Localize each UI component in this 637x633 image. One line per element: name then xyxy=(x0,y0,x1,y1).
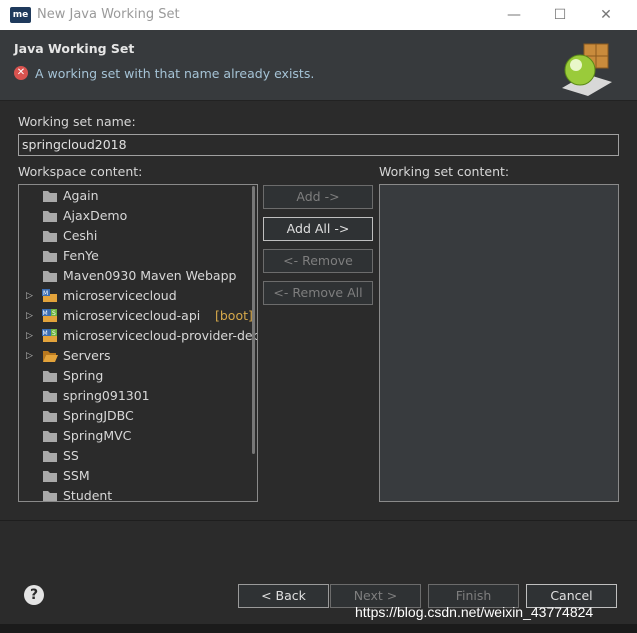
folder-icon xyxy=(43,491,57,501)
tree-item[interactable]: ▷ M Smicroservicecloud-api [boot] xyxy=(19,306,257,326)
folder-icon xyxy=(43,431,57,442)
tree-item-label: Again xyxy=(63,188,99,203)
dialog-title: Java Working Set xyxy=(14,41,135,56)
working-set-content-label: Working set content: xyxy=(379,164,510,179)
tree-item-label: FenYe xyxy=(63,248,99,263)
tree-item-label: Student xyxy=(63,488,113,502)
tree-item-label: microservicecloud-provider-dep xyxy=(63,328,258,343)
svg-text:S: S xyxy=(52,310,56,317)
spring-boot-project-icon: MS xyxy=(42,309,57,322)
folder-icon xyxy=(43,271,57,282)
working-set-name-label: Working set name: xyxy=(18,114,136,129)
tree-item[interactable]: ▷ Mmicroservicecloud xyxy=(19,286,257,306)
tree-item-label: SS xyxy=(63,448,79,463)
remove-button[interactable]: <- Remove xyxy=(263,249,373,273)
tree-item[interactable]: SpringMVC xyxy=(19,426,257,446)
tree-item[interactable]: SSM xyxy=(19,466,257,486)
tree-item[interactable]: spring091301 xyxy=(19,386,257,406)
tree-item[interactable]: ▷ M Smicroservicecloud-provider-dep xyxy=(19,326,257,346)
workspace-content-label: Workspace content: xyxy=(18,164,143,179)
tree-item[interactable]: Ceshi xyxy=(19,226,257,246)
working-set-name-input[interactable] xyxy=(18,134,619,156)
add-button[interactable]: Add -> xyxy=(263,185,373,209)
tree-item[interactable]: Spring xyxy=(19,366,257,386)
folder-icon xyxy=(43,451,57,462)
tree-item-label: spring091301 xyxy=(63,388,150,403)
tree-item-label: SpringMVC xyxy=(63,428,132,443)
tree-item-label: microservicecloud-api xyxy=(63,308,201,323)
expand-arrow-icon[interactable]: ▷ xyxy=(26,326,36,346)
watermark-text: https://blog.csdn.net/weixin_43774824 xyxy=(355,604,594,620)
error-icon: ✕ xyxy=(14,66,28,80)
open-folder-icon xyxy=(43,351,58,362)
tree-item-label: SSM xyxy=(63,468,90,483)
folder-icon xyxy=(43,371,57,382)
folder-icon xyxy=(43,391,57,402)
tree-item[interactable]: SpringJDBC xyxy=(19,406,257,426)
tree-item[interactable]: Student xyxy=(19,486,257,502)
folder-icon xyxy=(43,191,57,202)
folder-icon xyxy=(43,471,57,482)
remove-all-button[interactable]: <- Remove All xyxy=(263,281,373,305)
close-button[interactable]: ✕ xyxy=(583,0,629,30)
add-all-button[interactable]: Add All -> xyxy=(263,217,373,241)
tree-item-label: Ceshi xyxy=(63,228,98,243)
folder-icon xyxy=(43,251,57,262)
expand-arrow-icon[interactable]: ▷ xyxy=(26,286,36,306)
tree-item[interactable]: Maven0930 Maven Webapp xyxy=(19,266,257,286)
back-button[interactable]: < Back xyxy=(238,584,329,608)
tree-scrollbar[interactable] xyxy=(252,186,255,454)
error-message: A working set with that name already exi… xyxy=(35,66,315,81)
working-set-content-list[interactable] xyxy=(379,184,619,502)
maximize-button[interactable]: ☐ xyxy=(537,0,583,30)
tree-item[interactable]: SS xyxy=(19,446,257,466)
tree-item[interactable]: Again xyxy=(19,186,257,206)
background-console-strip xyxy=(0,624,637,633)
spring-boot-project-icon: MS xyxy=(42,329,57,342)
folder-icon xyxy=(43,411,57,422)
footer-divider xyxy=(0,520,637,521)
app-icon: me xyxy=(10,7,31,23)
svg-text:M: M xyxy=(43,290,48,297)
tree-item-label: Spring xyxy=(63,368,104,383)
svg-text:M: M xyxy=(43,310,48,317)
tree-item-label: Maven0930 Maven Webapp xyxy=(63,268,237,283)
folder-icon xyxy=(43,211,57,222)
minimize-button[interactable]: — xyxy=(491,0,537,30)
tree-item-label: Servers xyxy=(63,348,111,363)
svg-text:M: M xyxy=(43,330,48,337)
svg-text:S: S xyxy=(52,330,56,337)
workspace-tree[interactable]: Again AjaxDemo Ceshi FenYe Maven0930 Maven W… xyxy=(18,184,258,502)
boot-badge: [boot] xyxy=(215,308,253,323)
window-title: New Java Working Set xyxy=(37,7,180,22)
folder-icon xyxy=(43,231,57,242)
help-icon[interactable]: ? xyxy=(24,585,44,605)
tree-item[interactable]: FenYe xyxy=(19,246,257,266)
expand-arrow-icon[interactable]: ▷ xyxy=(26,346,36,366)
expand-arrow-icon[interactable]: ▷ xyxy=(26,306,36,326)
tree-item-label: AjaxDemo xyxy=(63,208,128,223)
tree-item-label: microservicecloud xyxy=(63,288,177,303)
tree-item[interactable]: AjaxDemo xyxy=(19,206,257,226)
tree-item[interactable]: ▷ Servers xyxy=(19,346,257,366)
working-set-banner-icon xyxy=(562,43,612,96)
tree-item-label: SpringJDBC xyxy=(63,408,134,423)
maven-project-icon: M xyxy=(42,289,57,302)
